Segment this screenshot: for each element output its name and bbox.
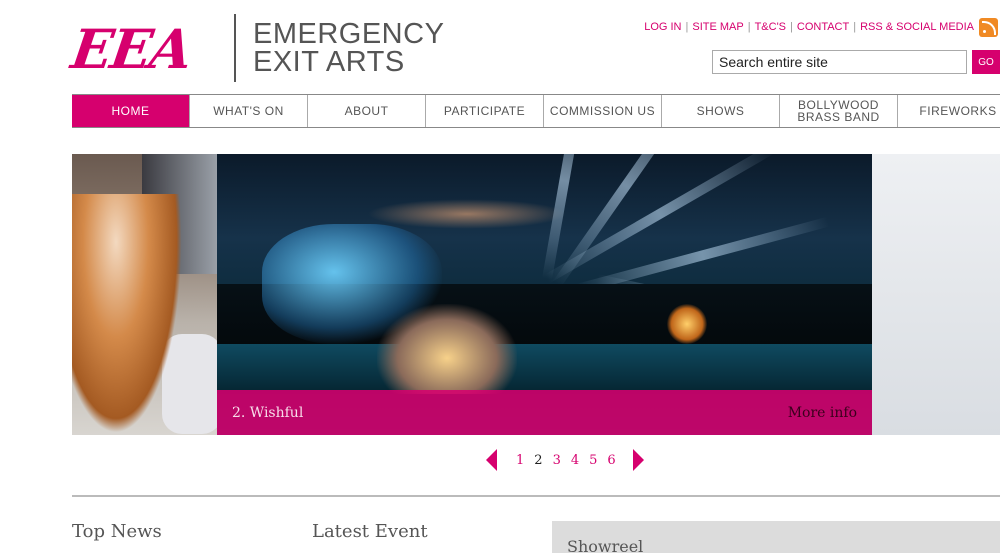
site-logo[interactable]: EEA EMERGENCY EXIT ARTS: [68, 14, 452, 84]
page-3-link[interactable]: 3: [553, 453, 561, 468]
slide-caption-title: 2. Wishful: [232, 405, 304, 421]
previous-slide-arrow-icon[interactable]: [486, 449, 497, 471]
nav-item-about[interactable]: ABOUT: [308, 95, 426, 127]
fox-puppet-image: [72, 194, 182, 434]
slide-preview-previous[interactable]: [72, 154, 217, 435]
lake-water: [217, 344, 872, 394]
nav-item-home[interactable]: HOME: [72, 95, 190, 127]
nav-item-commission-us[interactable]: COMMISSION US: [544, 95, 662, 127]
page-6-link[interactable]: 6: [607, 453, 615, 468]
separator: |: [790, 21, 793, 33]
separator: |: [747, 21, 751, 33]
separator: |: [685, 21, 689, 33]
search-go-button[interactable]: GO: [972, 50, 1000, 74]
nav-item-shows[interactable]: SHOWS: [662, 95, 780, 127]
page-4-link[interactable]: 4: [571, 453, 579, 468]
top-news-heading: Top News: [72, 521, 162, 542]
main-nav: HOME WHAT'S ON ABOUT PARTICIPATE COMMISS…: [72, 94, 1000, 128]
logo-mark: EEA: [67, 17, 195, 81]
showreel-heading: Showreel: [567, 537, 644, 553]
logo-line-2: EXIT ARTS: [253, 46, 405, 78]
sky-cloud: [367, 199, 567, 229]
rss-social-link[interactable]: RSS & SOCIAL MEDIA: [860, 21, 974, 33]
separator: |: [853, 21, 857, 33]
search-input[interactable]: [712, 50, 967, 74]
nav-item-whats-on[interactable]: WHAT'S ON: [190, 95, 308, 127]
login-link[interactable]: LOG IN: [644, 21, 681, 33]
page-5-link[interactable]: 5: [589, 453, 597, 468]
rss-icon[interactable]: [979, 18, 998, 37]
slide-caption-bar: 2. Wishful More info: [217, 390, 872, 435]
page-1-link[interactable]: 1: [516, 453, 524, 468]
logo-text: EMERGENCY EXIT ARTS: [253, 18, 445, 78]
contact-link[interactable]: CONTACT: [797, 21, 849, 33]
slide-preview-next[interactable]: [872, 154, 1000, 435]
next-slide-arrow-icon[interactable]: [632, 449, 644, 471]
latest-event-heading: Latest Event: [312, 521, 428, 542]
nav-item-participate[interactable]: PARTICIPATE: [426, 95, 544, 127]
slide-main-image[interactable]: 2. Wishful More info: [217, 154, 872, 435]
logo-divider: [234, 14, 236, 82]
more-info-link[interactable]: More info: [788, 405, 857, 421]
section-divider: [72, 495, 1000, 497]
site-map-link[interactable]: SITE MAP: [692, 21, 743, 33]
page-2-link[interactable]: 2: [534, 453, 542, 468]
logo-line-1: EMERGENCY: [253, 18, 445, 50]
nav-item-fireworks[interactable]: FIREWORKS: [898, 95, 1000, 127]
slide-pager: 1 2 3 4 5 6: [486, 449, 644, 471]
utility-links: LOG IN | SITE MAP | T&C'S | CONTACT | RSS & SOCI…: [644, 21, 974, 33]
terms-link[interactable]: T&C'S: [755, 21, 786, 33]
showreel-panel: Showreel: [552, 521, 1000, 553]
lotus-lantern: [377, 304, 517, 394]
nav-item-bollywood-brass-band[interactable]: BOLLYWOOD BRASS BAND: [780, 95, 898, 127]
fire-boat: [667, 304, 707, 344]
